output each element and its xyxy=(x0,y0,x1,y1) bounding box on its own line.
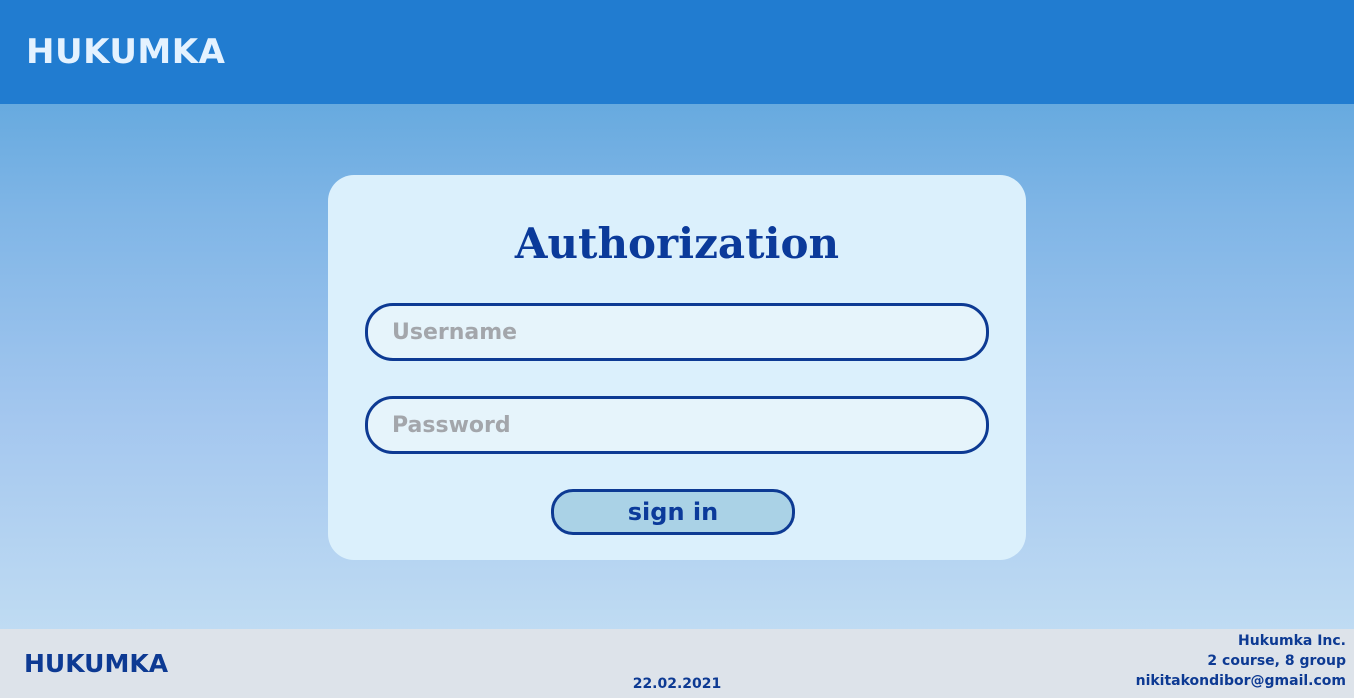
footer-contact-info: Hukumka Inc. 2 course, 8 group nikitakon… xyxy=(1136,631,1346,691)
login-title: Authorization xyxy=(514,219,840,268)
footer: HUKUMKA 22.02.2021 Hukumka Inc. 2 course… xyxy=(0,629,1354,698)
footer-company: Hukumka Inc. xyxy=(1238,633,1346,649)
sign-in-button[interactable]: sign in xyxy=(551,489,795,535)
footer-course: 2 course, 8 group xyxy=(1207,653,1346,669)
header-bar: HUKUMKA xyxy=(0,0,1354,104)
password-input[interactable] xyxy=(368,399,986,451)
username-field[interactable] xyxy=(365,303,989,361)
footer-email: nikitakondibor@gmail.com xyxy=(1135,673,1346,689)
password-field[interactable] xyxy=(365,396,989,454)
username-input[interactable] xyxy=(368,306,986,358)
header-logo[interactable]: HUKUMKA xyxy=(26,32,225,72)
